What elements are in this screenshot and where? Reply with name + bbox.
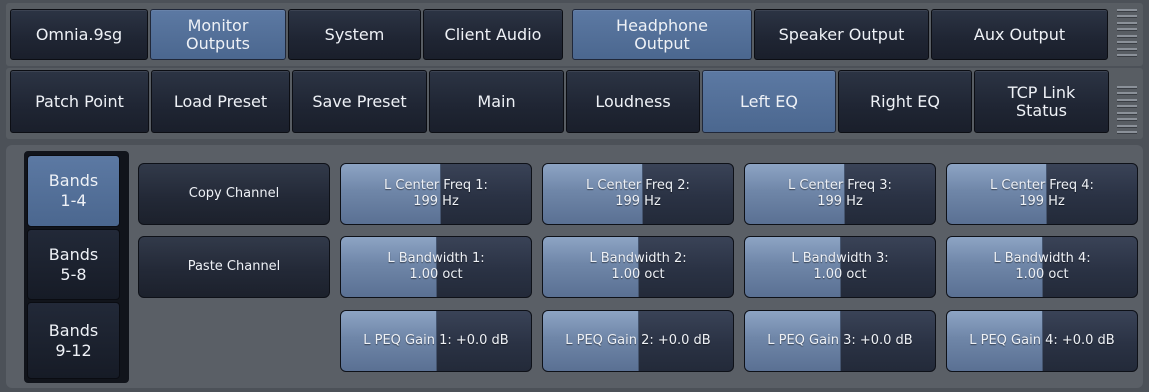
control-label: L Bandwidth 1: [387,251,485,266]
peq-gain-2-control[interactable]: L PEQ Gain 2: +0.0 dB [542,310,734,372]
control-label: L Center Freq 1: [384,178,488,193]
tab-loudness[interactable]: Loudness [566,70,700,133]
peq-gain-1-control[interactable]: L PEQ Gain 1: +0.0 dB [340,310,532,372]
control-value: 199 Hz [413,194,459,209]
bandwidth-2-control[interactable]: L Bandwidth 2: 1.00 oct [542,236,734,298]
tab-load-preset[interactable]: Load Preset [151,70,290,133]
tab-label: Save Preset [312,91,407,111]
tab-label: Aux Output [973,24,1066,44]
tab-system[interactable]: System [288,9,421,60]
control-value: 199 Hz [1019,194,1065,209]
bandwidth-1-control[interactable]: L Bandwidth 1: 1.00 oct [340,236,532,298]
band-tab-range: 1-4 [60,191,87,210]
button-label: Paste Channel [187,259,281,274]
tab-label: Speaker Output [778,24,905,44]
top-tab-bar: Omnia.9sg Monitor Outputs System Client … [6,3,1143,66]
band-tab-range: 9-12 [55,340,92,360]
control-label: L PEQ Gain 1: +0.0 dB [363,333,509,348]
control-label: L Bandwidth 3: [791,251,889,266]
tab-label: Headphone Output [616,15,708,53]
control-label: L Bandwidth 4: [993,251,1091,266]
control-label: L Center Freq 3: [788,178,892,193]
tab-label: Left EQ [740,91,798,111]
tab-client-audio[interactable]: Client Audio [423,9,563,60]
control-label: L Center Freq 2: [586,178,690,193]
tab-label: Load Preset [173,91,268,111]
tab-label: Monitor Outputs [186,15,250,53]
control-label: L PEQ Gain 2: +0.0 dB [565,333,711,348]
band-tab-5-8[interactable]: Bands 5-8 [27,229,120,300]
tab-label: TCP Link Status [1007,82,1076,120]
tab-aux-output[interactable]: Aux Output [931,9,1108,60]
control-value: 1.00 oct [409,267,463,282]
control-label: L PEQ Gain 4: +0.0 dB [969,333,1115,348]
tab-label: Right EQ [870,91,940,111]
band-tab-1-4[interactable]: Bands 1-4 [27,155,120,227]
center-freq-4-control[interactable]: L Center Freq 4: 199 Hz [946,163,1138,225]
center-freq-2-control[interactable]: L Center Freq 2: 199 Hz [542,163,734,225]
control-value: 199 Hz [615,194,661,209]
tab-omnia9sg[interactable]: Omnia.9sg [10,9,148,60]
tab-right-eq[interactable]: Right EQ [838,70,972,133]
center-freq-1-control[interactable]: L Center Freq 1: 199 Hz [340,163,532,225]
tab-patch-point[interactable]: Patch Point [10,70,149,133]
tab-label: Client Audio [444,24,542,44]
scroll-grip-icon[interactable] [1117,86,1137,134]
peq-gain-3-control[interactable]: L PEQ Gain 3: +0.0 dB [744,310,936,372]
bandwidth-3-control[interactable]: L Bandwidth 3: 1.00 oct [744,236,936,298]
eq-panel: Bands 1-4 Bands 5-8 Bands 9-12 Copy Chan… [6,145,1143,388]
tab-main[interactable]: Main [429,70,564,133]
scroll-grip-icon[interactable] [1117,9,1137,57]
band-tab-label: Bands [48,244,99,264]
tab-monitor-outputs[interactable]: Monitor Outputs [150,9,286,60]
copy-channel-button[interactable]: Copy Channel [138,163,330,225]
tab-label: Main [477,91,516,111]
control-value: 1.00 oct [611,267,665,282]
tab-label: Patch Point [35,91,124,111]
tab-label: System [324,24,385,44]
tab-save-preset[interactable]: Save Preset [292,70,427,133]
control-label: L PEQ Gain 3: +0.0 dB [767,333,913,348]
tab-label: Omnia.9sg [35,24,123,44]
control-value: 199 Hz [817,194,863,209]
sub-tab-bar: Patch Point Load Preset Save Preset Main… [6,68,1143,139]
band-tab-label: Bands [48,320,99,340]
peq-gain-4-control[interactable]: L PEQ Gain 4: +0.0 dB [946,310,1138,372]
band-tab-9-12[interactable]: Bands 9-12 [27,302,120,379]
bandwidth-4-control[interactable]: L Bandwidth 4: 1.00 oct [946,236,1138,298]
tab-headphone-output[interactable]: Headphone Output [572,9,752,60]
band-tab-label: Bands [48,171,99,190]
control-label: L Bandwidth 2: [589,251,687,266]
control-value: 1.00 oct [1015,267,1069,282]
tab-left-eq[interactable]: Left EQ [702,70,836,133]
band-tab-range: 5-8 [60,264,87,284]
tab-tcp-link-status[interactable]: TCP Link Status [974,70,1109,133]
paste-channel-button[interactable]: Paste Channel [138,236,330,298]
tab-speaker-output[interactable]: Speaker Output [754,9,929,60]
center-freq-3-control[interactable]: L Center Freq 3: 199 Hz [744,163,936,225]
button-label: Copy Channel [188,186,280,201]
control-value: 1.00 oct [813,267,867,282]
control-label: L Center Freq 4: [990,178,1094,193]
tab-label: Loudness [595,91,671,111]
